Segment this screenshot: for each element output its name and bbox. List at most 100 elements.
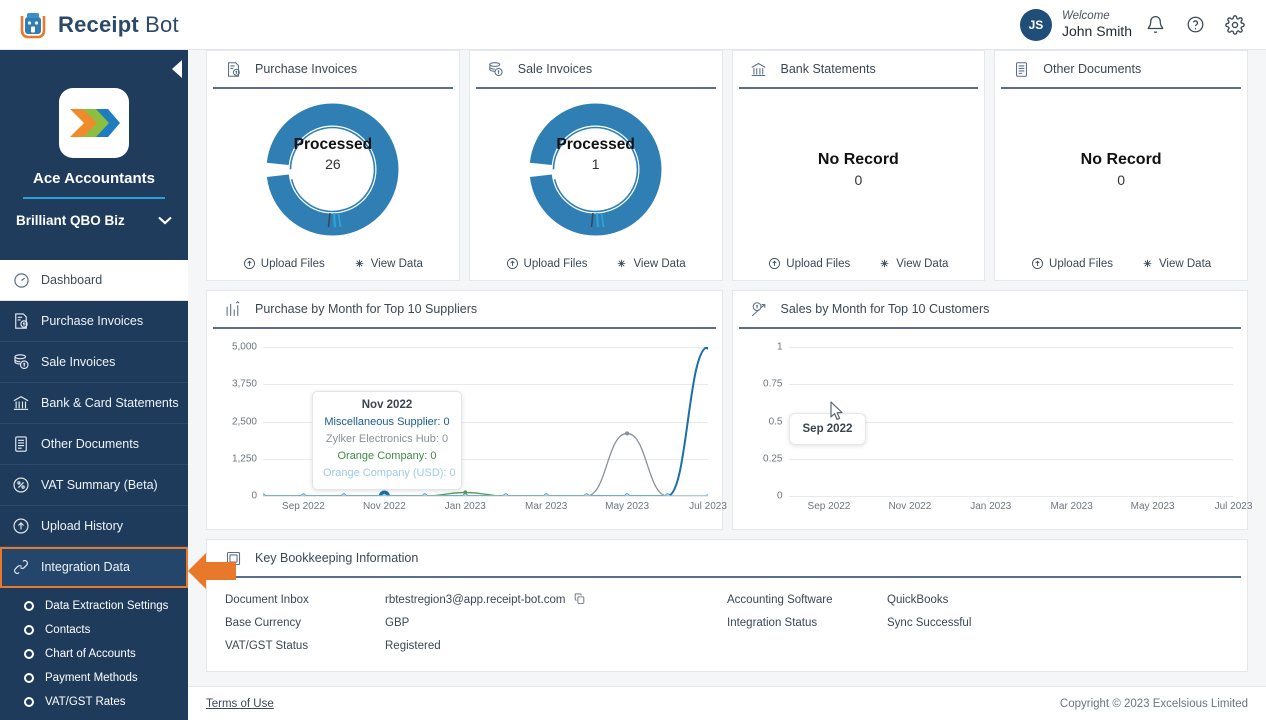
no-record-block: No Record 0	[733, 89, 985, 249]
card-value: 0	[1117, 171, 1126, 188]
bar-chart-icon	[223, 299, 243, 319]
ring-bullet-icon	[24, 649, 34, 659]
sidebar-item-sale-invoices[interactable]: Sale Invoices	[0, 342, 188, 383]
ring-bullet-icon	[24, 673, 34, 683]
view-data-label: View Data	[370, 257, 423, 270]
help-circle-icon[interactable]	[1178, 8, 1212, 42]
x-axis-tick-label: Sep 2022	[282, 501, 325, 512]
donut-chart-sales[interactable]: Processed 1	[470, 89, 722, 249]
sidebar-item-upload-history[interactable]: Upload History	[0, 506, 188, 547]
avatar[interactable]: JS	[1019, 8, 1052, 41]
card-actions: Upload Files View Data	[733, 249, 985, 280]
card-header: Sale Invoices	[475, 51, 716, 89]
notification-bell-icon[interactable]	[1138, 8, 1172, 42]
bank-icon	[10, 392, 32, 414]
sidebar-subitem-chart-of-accounts[interactable]: Chart of Accounts	[0, 642, 188, 666]
view-data-button[interactable]: View Data	[878, 257, 948, 270]
gridline	[788, 496, 1233, 497]
key-info-value: GBP	[385, 616, 410, 629]
chart-data-point[interactable]	[463, 490, 468, 495]
robot-icon	[18, 10, 48, 40]
terms-of-use-link[interactable]: Terms of Use	[206, 698, 274, 710]
sidebar-item-bank-card-statements[interactable]: Bank & Card Statements	[0, 383, 188, 424]
card-status: Processed	[293, 136, 373, 153]
gear-icon[interactable]	[1218, 8, 1252, 42]
chart-data-point[interactable]	[624, 431, 630, 436]
chevron-down-icon	[158, 216, 172, 225]
sidebar-subitems: Data Extraction Settings Contacts Chart …	[0, 588, 188, 714]
y-axis-tick-label: 0.25	[763, 453, 783, 465]
x-axis-tick-label: Nov 2022	[888, 501, 932, 512]
key-info-row: VAT/GST Status Registered	[225, 634, 727, 657]
ring-bullet-icon	[24, 601, 34, 611]
sidebar-item-label: Bank & Card Statements	[41, 396, 179, 410]
sidebar-subitem-payment-methods[interactable]: Payment Methods	[0, 666, 188, 690]
card-title: Purchase Invoices	[255, 62, 358, 76]
key-info-left-column: Document Inbox rbtestregion3@app.receipt…	[225, 588, 727, 657]
tooltip-title: Sep 2022	[802, 423, 853, 435]
y-axis-tick-label: 1	[776, 341, 783, 353]
tooltip-row: Orange Company (USD): 0	[323, 467, 456, 480]
key-info-key: Accounting Software	[727, 593, 833, 606]
chart-data-point[interactable]	[705, 493, 708, 496]
upload-files-label: Upload Files	[786, 257, 851, 270]
upload-files-label: Upload Files	[1049, 257, 1113, 270]
x-axis-tick-label: Jul 2023	[689, 501, 727, 512]
view-data-button[interactable]: View Data	[615, 257, 686, 270]
view-data-button[interactable]: View Data	[1141, 257, 1211, 270]
sidebar-item-label: Sale Invoices	[41, 355, 116, 369]
upload-files-button[interactable]: Upload Files	[506, 257, 587, 270]
plot-area-purchase[interactable]: 0 1,250 2,500 3,750 5,000 Sep 2022 Nov 2022 Jan…	[217, 337, 727, 522]
collapse-left-icon[interactable]	[172, 60, 182, 78]
charts-row: Purchase by Month for Top 10 Suppliers 0…	[188, 281, 1266, 530]
card-value: 1	[591, 156, 600, 172]
key-info-key: VAT/GST Status	[225, 639, 309, 652]
sidebar-subitem-vat-gst-rates[interactable]: VAT/GST Rates	[0, 690, 188, 714]
welcome-block: Welcome John Smith	[1062, 9, 1132, 41]
key-bookkeeping-body: Document Inbox rbtestregion3@app.receipt…	[207, 578, 1247, 671]
sidebar-item-dashboard[interactable]: Dashboard	[0, 260, 188, 301]
header-right-cluster: JS Welcome John Smith	[1019, 8, 1252, 42]
sidebar-item-other-documents[interactable]: Other Documents	[0, 424, 188, 465]
chart-title: Sales by Month for Top 10 Customers	[780, 302, 990, 316]
upload-cloud-icon	[1032, 258, 1044, 269]
card-bank-statements: Bank Statements No Record 0 Upload Files	[731, 50, 986, 281]
sidebar-company-name: Ace Accountants	[33, 170, 155, 187]
view-data-icon	[880, 259, 889, 268]
y-axis-tick-label: 0	[251, 490, 257, 502]
sidebar: Ace Accountants Brilliant QBO Biz Dashbo…	[0, 50, 188, 720]
top-header-bar: Receipt Bot JS Welcome John Smith	[0, 0, 1266, 50]
document-icon	[10, 433, 32, 455]
copy-icon[interactable]	[573, 592, 586, 608]
sidebar-item-vat-summary[interactable]: VAT Summary (Beta)	[0, 465, 188, 506]
chart-header: Purchase by Month for Top 10 Suppliers	[213, 291, 716, 329]
key-bookkeeping-panel: Key Bookkeeping Information Document Inb…	[206, 539, 1248, 672]
x-axis-tick-label: May 2023	[1130, 501, 1175, 512]
brand-title-bold: Receipt	[58, 11, 139, 37]
sidebar-subitem-label: Contacts	[45, 624, 91, 636]
sidebar-item-integration-data[interactable]: Integration Data	[0, 547, 188, 588]
org-switcher[interactable]: Brilliant QBO Biz	[0, 213, 188, 228]
card-actions: Upload Files View Data	[995, 249, 1247, 280]
sidebar-subitem-label: Chart of Accounts	[45, 648, 136, 660]
upload-files-button[interactable]: Upload Files	[243, 257, 325, 270]
chart-data-point[interactable]	[705, 347, 708, 350]
upload-cloud-icon	[10, 515, 32, 537]
brand-logo-area[interactable]: Receipt Bot	[18, 10, 179, 40]
upload-files-button[interactable]: Upload Files	[1031, 257, 1113, 270]
view-data-button[interactable]: View Data	[353, 257, 423, 270]
card-header: Purchase Invoices	[213, 51, 453, 89]
x-axis-tick-label: Jan 2023	[970, 501, 1012, 512]
sidebar-subitem-contacts[interactable]: Contacts	[0, 618, 188, 642]
card-status: No Record	[817, 150, 899, 168]
org-switcher-label: Brilliant QBO Biz	[16, 213, 125, 228]
view-data-icon	[355, 259, 364, 268]
sidebar-subitem-data-extraction-settings[interactable]: Data Extraction Settings	[0, 594, 188, 618]
sidebar-item-purchase-invoices[interactable]: Purchase Invoices	[0, 301, 188, 342]
upload-files-button[interactable]: Upload Files	[768, 257, 850, 270]
sale-invoice-icon	[10, 351, 32, 373]
x-axis-tick-label: May 2023	[605, 501, 650, 512]
sidebar-divider	[23, 197, 165, 199]
card-title: Other Documents	[1043, 62, 1142, 76]
donut-chart-purchase[interactable]: Processed 26	[207, 89, 459, 249]
